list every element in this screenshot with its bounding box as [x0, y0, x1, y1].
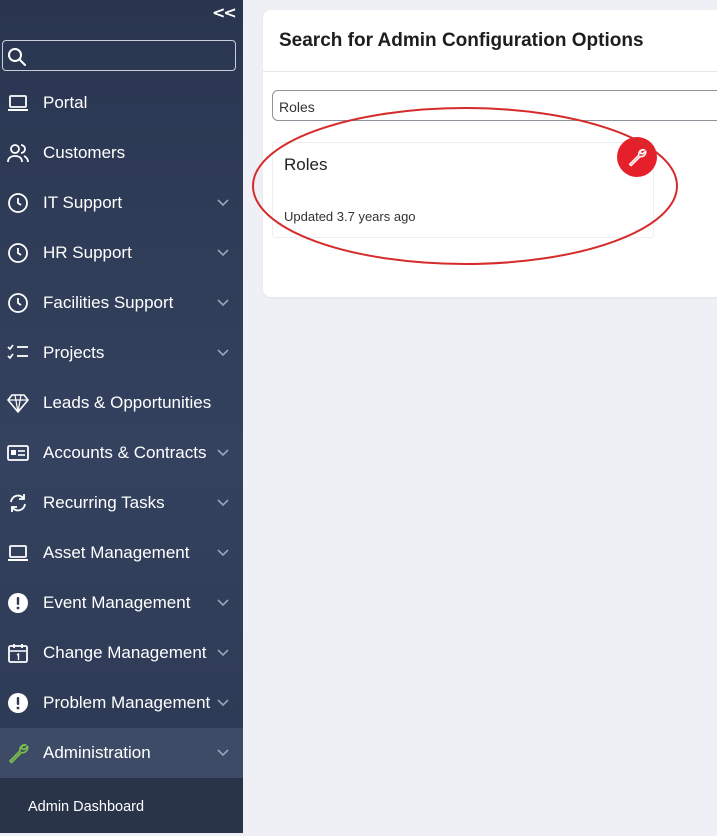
sidebar-item-label: Projects [43, 343, 105, 362]
result-title: Roles [284, 155, 328, 174]
chevron-down-icon[interactable] [216, 648, 230, 658]
sidebar-item-accounts-contracts[interactable]: Accounts & Contracts [0, 428, 243, 478]
sidebar-item-label: Portal [43, 93, 88, 112]
sidebar-item-change-management[interactable]: Change Management [0, 628, 243, 678]
sidebar-item-recurring-tasks[interactable]: Recurring Tasks [0, 478, 243, 528]
chevron-down-icon[interactable] [216, 748, 230, 758]
sidebar-item-label: Customers [43, 143, 126, 162]
sidebar-item-facilities-support[interactable]: Facilities Support [0, 278, 243, 328]
chevron-down-icon[interactable] [216, 448, 230, 458]
laptop-icon [8, 95, 28, 111]
sidebar-item-label: Leads & Opportunities [43, 393, 212, 412]
wrench-icon [9, 744, 29, 764]
sidebar-search-input[interactable] [29, 43, 233, 69]
sidebar-item-asset-management[interactable]: Asset Management [0, 528, 243, 578]
sidebar-item-label: Administration [43, 743, 151, 762]
alert-circle-icon [8, 593, 28, 613]
sidebar-item-administration[interactable]: Administration [0, 728, 243, 778]
sidebar-item-event-management[interactable]: Event Management [0, 578, 243, 628]
search-icon [8, 48, 26, 66]
sidebar-item-label: Facilities Support [43, 293, 174, 312]
calendar-icon [8, 644, 28, 663]
sidebar-subitem-label: Admin Dashboard [28, 799, 145, 815]
sidebar-nav: Portal Customers IT Support HR Support F… [0, 78, 243, 778]
checklist-icon [7, 344, 28, 360]
sidebar-item-label: Recurring Tasks [43, 493, 165, 512]
sidebar-item-customers[interactable]: Customers [0, 128, 243, 178]
chevron-down-icon[interactable] [216, 698, 230, 708]
refresh-icon [10, 494, 26, 512]
sidebar-item-hr-support[interactable]: HR Support [0, 228, 243, 278]
clock-icon [8, 243, 28, 263]
sidebar-item-label: Event Management [43, 593, 191, 612]
sidebar-item-label: Problem Management [43, 693, 211, 712]
sidebar-item-it-support[interactable]: IT Support [0, 178, 243, 228]
divider [263, 71, 717, 72]
sidebar-item-label: IT Support [43, 193, 123, 212]
wrench-icon [628, 148, 647, 167]
chevron-down-icon[interactable] [216, 348, 230, 358]
collapse-sidebar-button[interactable]: << [212, 4, 237, 22]
alert-circle-icon [8, 693, 28, 713]
sidebar-item-label: HR Support [43, 243, 132, 262]
chevron-down-icon[interactable] [216, 248, 230, 258]
sidebar: << Portal Customers IT Support HR Suppor… [0, 0, 243, 833]
admin-search-input[interactable] [277, 95, 701, 119]
sidebar-item-projects[interactable]: Projects [0, 328, 243, 378]
chevron-down-icon[interactable] [216, 198, 230, 208]
sidebar-item-label: Accounts & Contracts [43, 443, 207, 462]
sidebar-item-label: Change Management [43, 643, 207, 662]
sidebar-item-leads-opportunities[interactable]: Leads & Opportunities [0, 378, 243, 428]
clock-icon [8, 193, 28, 213]
sidebar-search[interactable] [2, 40, 236, 71]
chevron-down-icon[interactable] [216, 548, 230, 558]
users-icon [7, 144, 29, 163]
sidebar-item-portal[interactable]: Portal [0, 78, 243, 128]
clock-icon [8, 293, 28, 313]
id-card-icon [7, 445, 29, 461]
page-title: Search for Admin Configuration Options [279, 30, 644, 51]
sidebar-subitem-admin-dashboard[interactable]: Admin Dashboard [0, 778, 243, 833]
result-wrench-button[interactable] [617, 137, 657, 177]
sidebar-item-problem-management[interactable]: Problem Management [0, 678, 243, 728]
chevron-down-icon[interactable] [216, 598, 230, 608]
laptop-icon [8, 545, 28, 561]
diamond-icon [7, 394, 29, 413]
chevron-down-icon[interactable] [216, 298, 230, 308]
chevron-down-icon[interactable] [216, 498, 230, 508]
sidebar-item-label: Asset Management [43, 543, 190, 562]
admin-search-field[interactable] [272, 90, 717, 121]
result-updated-text: Updated 3.7 years ago [284, 209, 416, 224]
result-card-roles[interactable]: Roles Updated 3.7 years ago [272, 142, 654, 238]
